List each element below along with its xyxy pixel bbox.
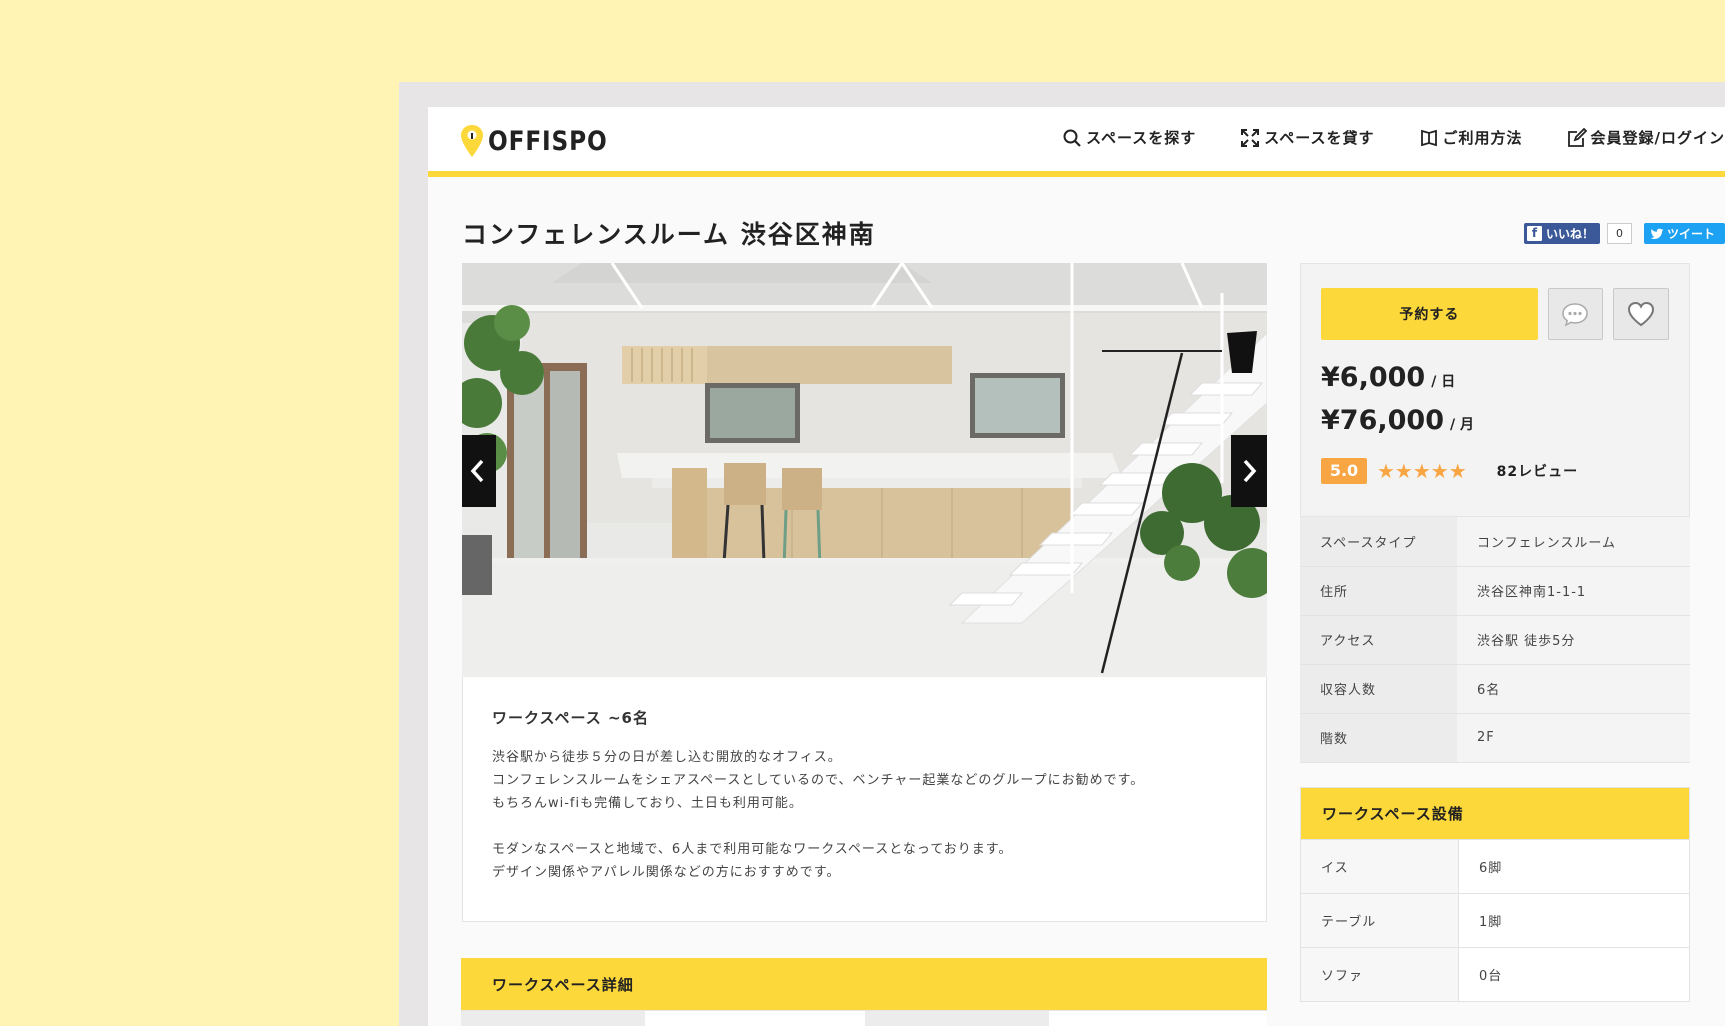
twitter-bird-icon: [1650, 228, 1664, 239]
info-row: 住所 渋谷区神南1-1-1: [1300, 566, 1690, 616]
price-per-day: ¥6,000 / 日: [1321, 362, 1669, 393]
detail-cell: [645, 1010, 865, 1026]
logo-text: OFFISPO: [488, 125, 608, 157]
booking-panel: 予約する ¥6,000 / 日 ¥76,000 / 月 5.0 ★★★★★ 82…: [1300, 263, 1690, 517]
nav-lend-space-label: スペースを貸す: [1264, 129, 1375, 147]
nav-find-space-label: スペースを探す: [1086, 129, 1197, 147]
info-key: スペースタイプ: [1300, 517, 1457, 567]
info-value: 2F: [1457, 713, 1690, 763]
detail-cell: [865, 1010, 1049, 1026]
price-day-value: ¥6,000: [1321, 362, 1426, 393]
booking-sidebar: 予約する ¥6,000 / 日 ¥76,000 / 月 5.0 ★★★★★ 82…: [1300, 263, 1690, 1002]
chevron-right-icon: [1243, 459, 1257, 483]
site-header: OFFISPO スペースを探す スペースを貸す ご利用方法 会員登録/ログイン: [428, 107, 1725, 177]
facility-key: テーブル: [1300, 892, 1459, 948]
detail-cell: [461, 1010, 645, 1026]
info-value: 渋谷区神南1-1-1: [1457, 566, 1690, 616]
info-value: 6名: [1457, 664, 1690, 714]
space-info-table: スペースタイプ コンフェレンスルーム 住所 渋谷区神南1-1-1 アクセス 渋谷駅 徒歩5…: [1300, 517, 1690, 763]
gallery-next-button[interactable]: [1231, 435, 1267, 507]
heart-icon: [1628, 301, 1655, 327]
social-buttons: f いいね！ 0 ツイート: [1523, 223, 1725, 244]
info-key: 住所: [1300, 566, 1457, 616]
facility-section: ワークスペース設備 イス 6脚 テーブル 1脚 ソファ 0台: [1300, 786, 1690, 1002]
facility-value: 0台: [1458, 946, 1690, 1002]
nav-how-to-use[interactable]: ご利用方法: [1419, 127, 1523, 148]
facebook-like-count: 0: [1606, 223, 1632, 244]
info-value: コンフェレンスルーム: [1457, 517, 1690, 567]
description-line: コンフェレンスルームをシェアスペースとしているので、ベンチャー起業などのグループ…: [492, 773, 1145, 788]
facility-header: ワークスペース設備: [1300, 786, 1690, 839]
info-value: 渋谷駅 徒歩5分: [1457, 615, 1690, 665]
nav-how-to-use-label: ご利用方法: [1442, 129, 1523, 147]
price-day-unit: / 日: [1431, 374, 1456, 390]
description-line: もちろんwi-fiも完備しており、土日も利用可能。: [492, 796, 803, 811]
info-row: スペースタイプ コンフェレンスルーム: [1300, 517, 1690, 567]
chat-bubble-icon: [1562, 303, 1589, 327]
chevron-left-icon: [470, 459, 484, 483]
facility-key: ソファ: [1300, 946, 1459, 1002]
description-line: 渋谷駅から徒歩５分の日が差し込む開放的なオフィス。: [492, 750, 842, 765]
logo[interactable]: OFFISPO: [460, 123, 627, 159]
info-row: アクセス 渋谷駅 徒歩5分: [1300, 615, 1690, 665]
photo-gallery: [462, 263, 1267, 677]
tweet-label: ツイート: [1666, 227, 1715, 241]
facility-value: 6脚: [1458, 838, 1690, 894]
favorite-button[interactable]: [1613, 288, 1669, 340]
price-month-unit: / 月: [1449, 417, 1474, 433]
expand-icon: [1241, 128, 1260, 147]
rating-score: 5.0: [1321, 458, 1367, 484]
detail-cell: [1049, 1010, 1267, 1026]
price-per-month: ¥76,000 / 月: [1321, 405, 1669, 436]
star-rating-icon: ★★★★★: [1377, 459, 1467, 483]
description-line: モダンなスペースと地域で、6人まで利用可能なワークスペースとなっております。: [492, 842, 1013, 857]
nav-lend-space[interactable]: スペースを貸す: [1240, 127, 1374, 148]
description-line: デザイン関係やアパレル関係などの方におすすめです。: [492, 865, 841, 880]
workspace-detail-table: [461, 1010, 1267, 1026]
info-row: 階数 2F: [1300, 713, 1690, 763]
price-month-value: ¥76,000: [1321, 405, 1444, 436]
rating: 5.0 ★★★★★ 82レビュー: [1321, 458, 1669, 484]
main-nav: スペースを探す スペースを貸す ご利用方法 会員登録/ログイン: [1062, 127, 1725, 148]
facility-value: 1脚: [1458, 892, 1690, 948]
reserve-button[interactable]: 予約する: [1321, 288, 1538, 340]
nav-find-space[interactable]: スペースを探す: [1062, 127, 1196, 148]
gallery-prev-button[interactable]: [462, 435, 496, 507]
facility-key: イス: [1300, 838, 1459, 894]
facility-row: イス 6脚: [1300, 838, 1690, 894]
nav-login[interactable]: 会員登録/ログイン: [1567, 127, 1725, 148]
nav-login-label: 会員登録/ログイン: [1590, 129, 1725, 147]
map-pin-icon: [461, 125, 483, 157]
info-key: 階数: [1300, 713, 1457, 763]
facility-row: テーブル 1脚: [1300, 892, 1690, 948]
info-key: 収容人数: [1300, 664, 1457, 714]
reviews-link[interactable]: 82レビュー: [1497, 461, 1578, 481]
facebook-like-label: いいね！: [1545, 227, 1594, 241]
page: OFFISPO スペースを探す スペースを貸す ご利用方法 会員登録/ログイン …: [428, 107, 1725, 1026]
page-title: コンフェレンスルーム 渋谷区神南: [462, 220, 876, 249]
description-title: ワークスペース ~6名: [492, 709, 649, 727]
facebook-like-button[interactable]: f いいね！: [1523, 223, 1600, 244]
space-photo: [462, 263, 1267, 677]
message-button[interactable]: [1547, 288, 1604, 340]
search-icon: [1063, 129, 1081, 147]
info-row: 収容人数 6名: [1300, 664, 1690, 714]
facebook-icon: f: [1526, 226, 1542, 241]
workspace-detail-header: ワークスペース詳細: [461, 958, 1267, 1010]
space-description: ワークスペース ~6名 渋谷駅から徒歩５分の日が差し込む開放的なオフィス。 コン…: [462, 677, 1267, 922]
facility-table: イス 6脚 テーブル 1脚 ソファ 0台: [1300, 838, 1690, 1002]
edit-icon: [1567, 127, 1587, 147]
tweet-button[interactable]: ツイート: [1643, 223, 1725, 244]
book-icon: [1420, 129, 1437, 146]
facility-row: ソファ 0台: [1300, 946, 1690, 1002]
info-key: アクセス: [1300, 615, 1457, 665]
